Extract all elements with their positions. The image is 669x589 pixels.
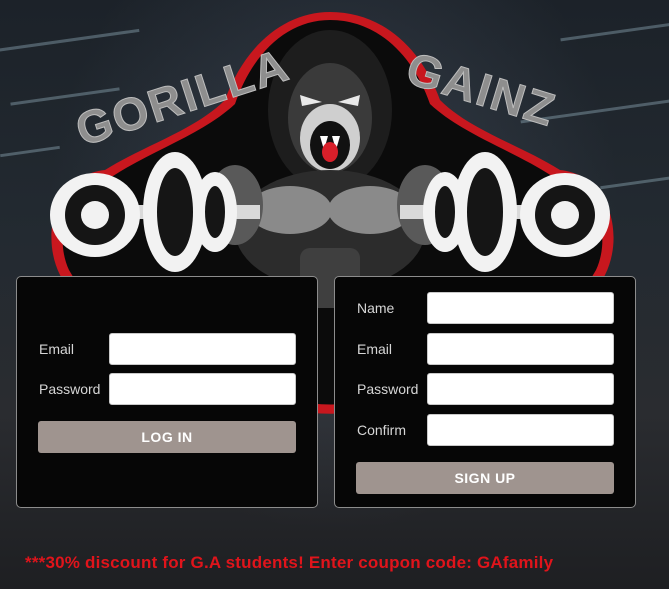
signup-password-row: Password	[335, 373, 635, 405]
sign-up-button[interactable]: SIGN UP	[356, 462, 614, 494]
signup-form: Name Email Password Confirm SIGN UP	[334, 276, 636, 508]
login-form: Email Password LOG IN	[16, 276, 318, 508]
login-email-row: Email	[17, 333, 317, 365]
signup-confirm-label: Confirm	[357, 422, 407, 438]
log-in-button[interactable]: LOG IN	[38, 421, 296, 453]
signup-confirm-input[interactable]	[427, 414, 614, 446]
signup-name-row: Name	[335, 292, 635, 324]
login-password-row: Password	[17, 373, 317, 405]
signup-name-input[interactable]	[427, 292, 614, 324]
signup-password-label: Password	[357, 381, 419, 397]
signup-email-label: Email	[357, 341, 393, 357]
signup-email-row: Email	[335, 333, 635, 365]
signup-name-label: Name	[357, 300, 395, 316]
signup-email-input[interactable]	[427, 333, 614, 365]
login-email-input[interactable]	[109, 333, 296, 365]
signup-password-input[interactable]	[427, 373, 614, 405]
signup-confirm-row: Confirm	[335, 414, 635, 446]
login-password-input[interactable]	[109, 373, 296, 405]
login-password-label: Password	[39, 381, 101, 397]
promo-banner: ***30% discount for G.A students! Enter …	[25, 553, 554, 572]
login-email-label: Email	[39, 341, 75, 357]
